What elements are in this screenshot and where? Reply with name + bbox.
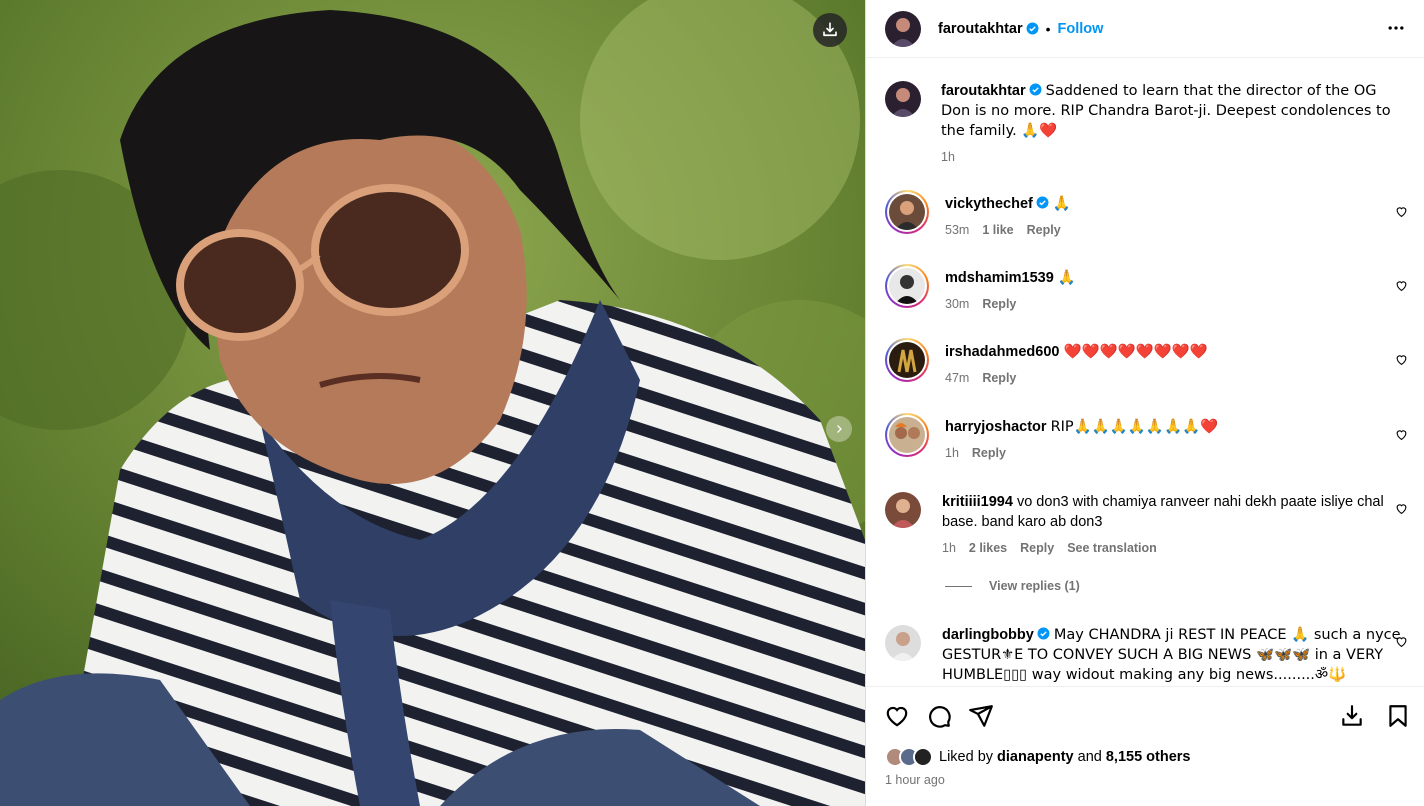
- comment-item: irshadahmed600 ❤️❤️❤️❤️❤️❤️❤️❤️ 47m Repl…: [885, 338, 1408, 388]
- reply-button[interactable]: Reply: [1020, 538, 1054, 558]
- save-to-collection-icon[interactable]: [1339, 703, 1365, 729]
- reply-button[interactable]: Reply: [982, 294, 1016, 314]
- commenter-avatar[interactable]: [885, 264, 929, 308]
- post-photo: [0, 0, 865, 806]
- likes-summary: Liked by dianapenty and 8,155 others: [866, 747, 1424, 767]
- reply-button[interactable]: Reply: [972, 443, 1006, 463]
- chevron-right-icon: [837, 425, 842, 433]
- post-sidebar: faroutakhtar • Follow faroutakhtar Sadde…: [865, 0, 1424, 806]
- comment-icon[interactable]: [926, 703, 952, 729]
- follow-button[interactable]: Follow: [1058, 21, 1104, 37]
- view-replies-label: View replies (1): [989, 579, 1080, 593]
- comment-item: vickythechef 🙏 53m 1 like Reply: [885, 190, 1408, 240]
- download-button[interactable]: [813, 13, 847, 47]
- comment-item: harryjoshactor RIP🙏🙏🙏🙏🙏🙏🙏❤️ 1h Reply: [885, 413, 1408, 463]
- author-avatar[interactable]: [885, 81, 921, 117]
- comment-like-heart-icon[interactable]: [1395, 279, 1408, 292]
- post-caption: faroutakhtar Saddened to learn that the …: [885, 81, 1408, 167]
- verified-icon: [1037, 627, 1050, 640]
- commenter-avatar[interactable]: [885, 625, 921, 661]
- comment-item: kritiiii1994 vo don3 with chamiya ranvee…: [885, 492, 1408, 558]
- comment-username[interactable]: irshadahmed600: [945, 344, 1059, 360]
- author-username[interactable]: faroutakhtar: [938, 21, 1023, 37]
- comment-username[interactable]: kritiiii1994: [942, 494, 1013, 510]
- separator-dot: •: [1045, 20, 1051, 37]
- comment-like-heart-icon[interactable]: [1395, 205, 1408, 218]
- download-icon: [823, 22, 837, 37]
- comment-username[interactable]: darlingbobby: [942, 627, 1034, 643]
- comment-like-heart-icon[interactable]: [1395, 502, 1408, 515]
- comment-text: RIP🙏🙏🙏🙏🙏🙏🙏❤️: [1050, 419, 1219, 435]
- comment-item: darlingbobby May CHANDRA ji REST IN PEAC…: [885, 625, 1408, 685]
- view-replies-line: [945, 585, 972, 587]
- post-timestamp[interactable]: 1 hour ago: [866, 773, 1424, 787]
- reply-button[interactable]: Reply: [982, 368, 1016, 388]
- comment-username[interactable]: harryjoshactor: [945, 419, 1047, 435]
- commenter-avatar[interactable]: [885, 413, 929, 457]
- verified-icon: [1036, 196, 1049, 209]
- comment-likes[interactable]: 2 likes: [969, 538, 1007, 558]
- heart-icon[interactable]: [884, 703, 910, 729]
- verified-icon: [1026, 22, 1039, 35]
- caption-time[interactable]: 1h: [941, 147, 955, 167]
- comment-like-heart-icon[interactable]: [1395, 353, 1408, 366]
- liked-by-avatars: [885, 747, 933, 767]
- bookmark-icon[interactable]: [1385, 703, 1411, 729]
- caption-username[interactable]: faroutakhtar: [941, 83, 1026, 99]
- see-translation-button[interactable]: See translation: [1067, 538, 1157, 558]
- reply-button[interactable]: Reply: [1027, 220, 1061, 240]
- view-replies-button[interactable]: View replies (1): [945, 579, 1080, 593]
- author-avatar[interactable]: [885, 10, 921, 47]
- comment-text: 🙏: [1057, 270, 1076, 286]
- comment-time[interactable]: 53m: [945, 220, 969, 240]
- comment-text: ❤️❤️❤️❤️❤️❤️❤️❤️: [1063, 344, 1208, 360]
- comment-time[interactable]: 30m: [945, 294, 969, 314]
- liked-by-count[interactable]: 8,155 others: [1106, 749, 1191, 765]
- next-photo-button[interactable]: [826, 416, 852, 442]
- comment-item: mdshamim1539 🙏 30m Reply: [885, 264, 1408, 314]
- comment-text: 🙏: [1052, 196, 1071, 212]
- more-icon[interactable]: [1386, 18, 1406, 38]
- commenter-avatar[interactable]: [885, 338, 929, 382]
- commenter-avatar[interactable]: [885, 492, 921, 528]
- post-header: faroutakhtar • Follow: [866, 0, 1424, 58]
- comment-time[interactable]: 1h: [942, 538, 956, 558]
- commenter-avatar[interactable]: [885, 190, 929, 234]
- comment-username[interactable]: vickythechef: [945, 196, 1033, 212]
- verified-icon: [1029, 83, 1042, 96]
- post-actions: Liked by dianapenty and 8,155 others 1 h…: [866, 686, 1424, 787]
- comment-likes[interactable]: 1 like: [982, 220, 1013, 240]
- comment-like-heart-icon[interactable]: [1395, 635, 1408, 648]
- post-modal: faroutakhtar • Follow faroutakhtar Sadde…: [0, 0, 1424, 806]
- action-bar: [866, 687, 1424, 745]
- comment-username[interactable]: mdshamim1539: [945, 270, 1054, 286]
- liked-by-prefix: Liked by: [939, 749, 994, 765]
- comment-time[interactable]: 47m: [945, 368, 969, 388]
- comments-list: faroutakhtar Saddened to learn that the …: [866, 59, 1424, 686]
- liked-by-mid: and: [1077, 749, 1102, 765]
- comment-time[interactable]: 1h: [945, 443, 959, 463]
- liker-avatar[interactable]: [913, 747, 933, 767]
- share-icon[interactable]: [968, 703, 994, 729]
- photo-image: [0, 0, 865, 806]
- comment-like-heart-icon[interactable]: [1395, 428, 1408, 441]
- liked-by-user[interactable]: dianapenty: [997, 749, 1074, 765]
